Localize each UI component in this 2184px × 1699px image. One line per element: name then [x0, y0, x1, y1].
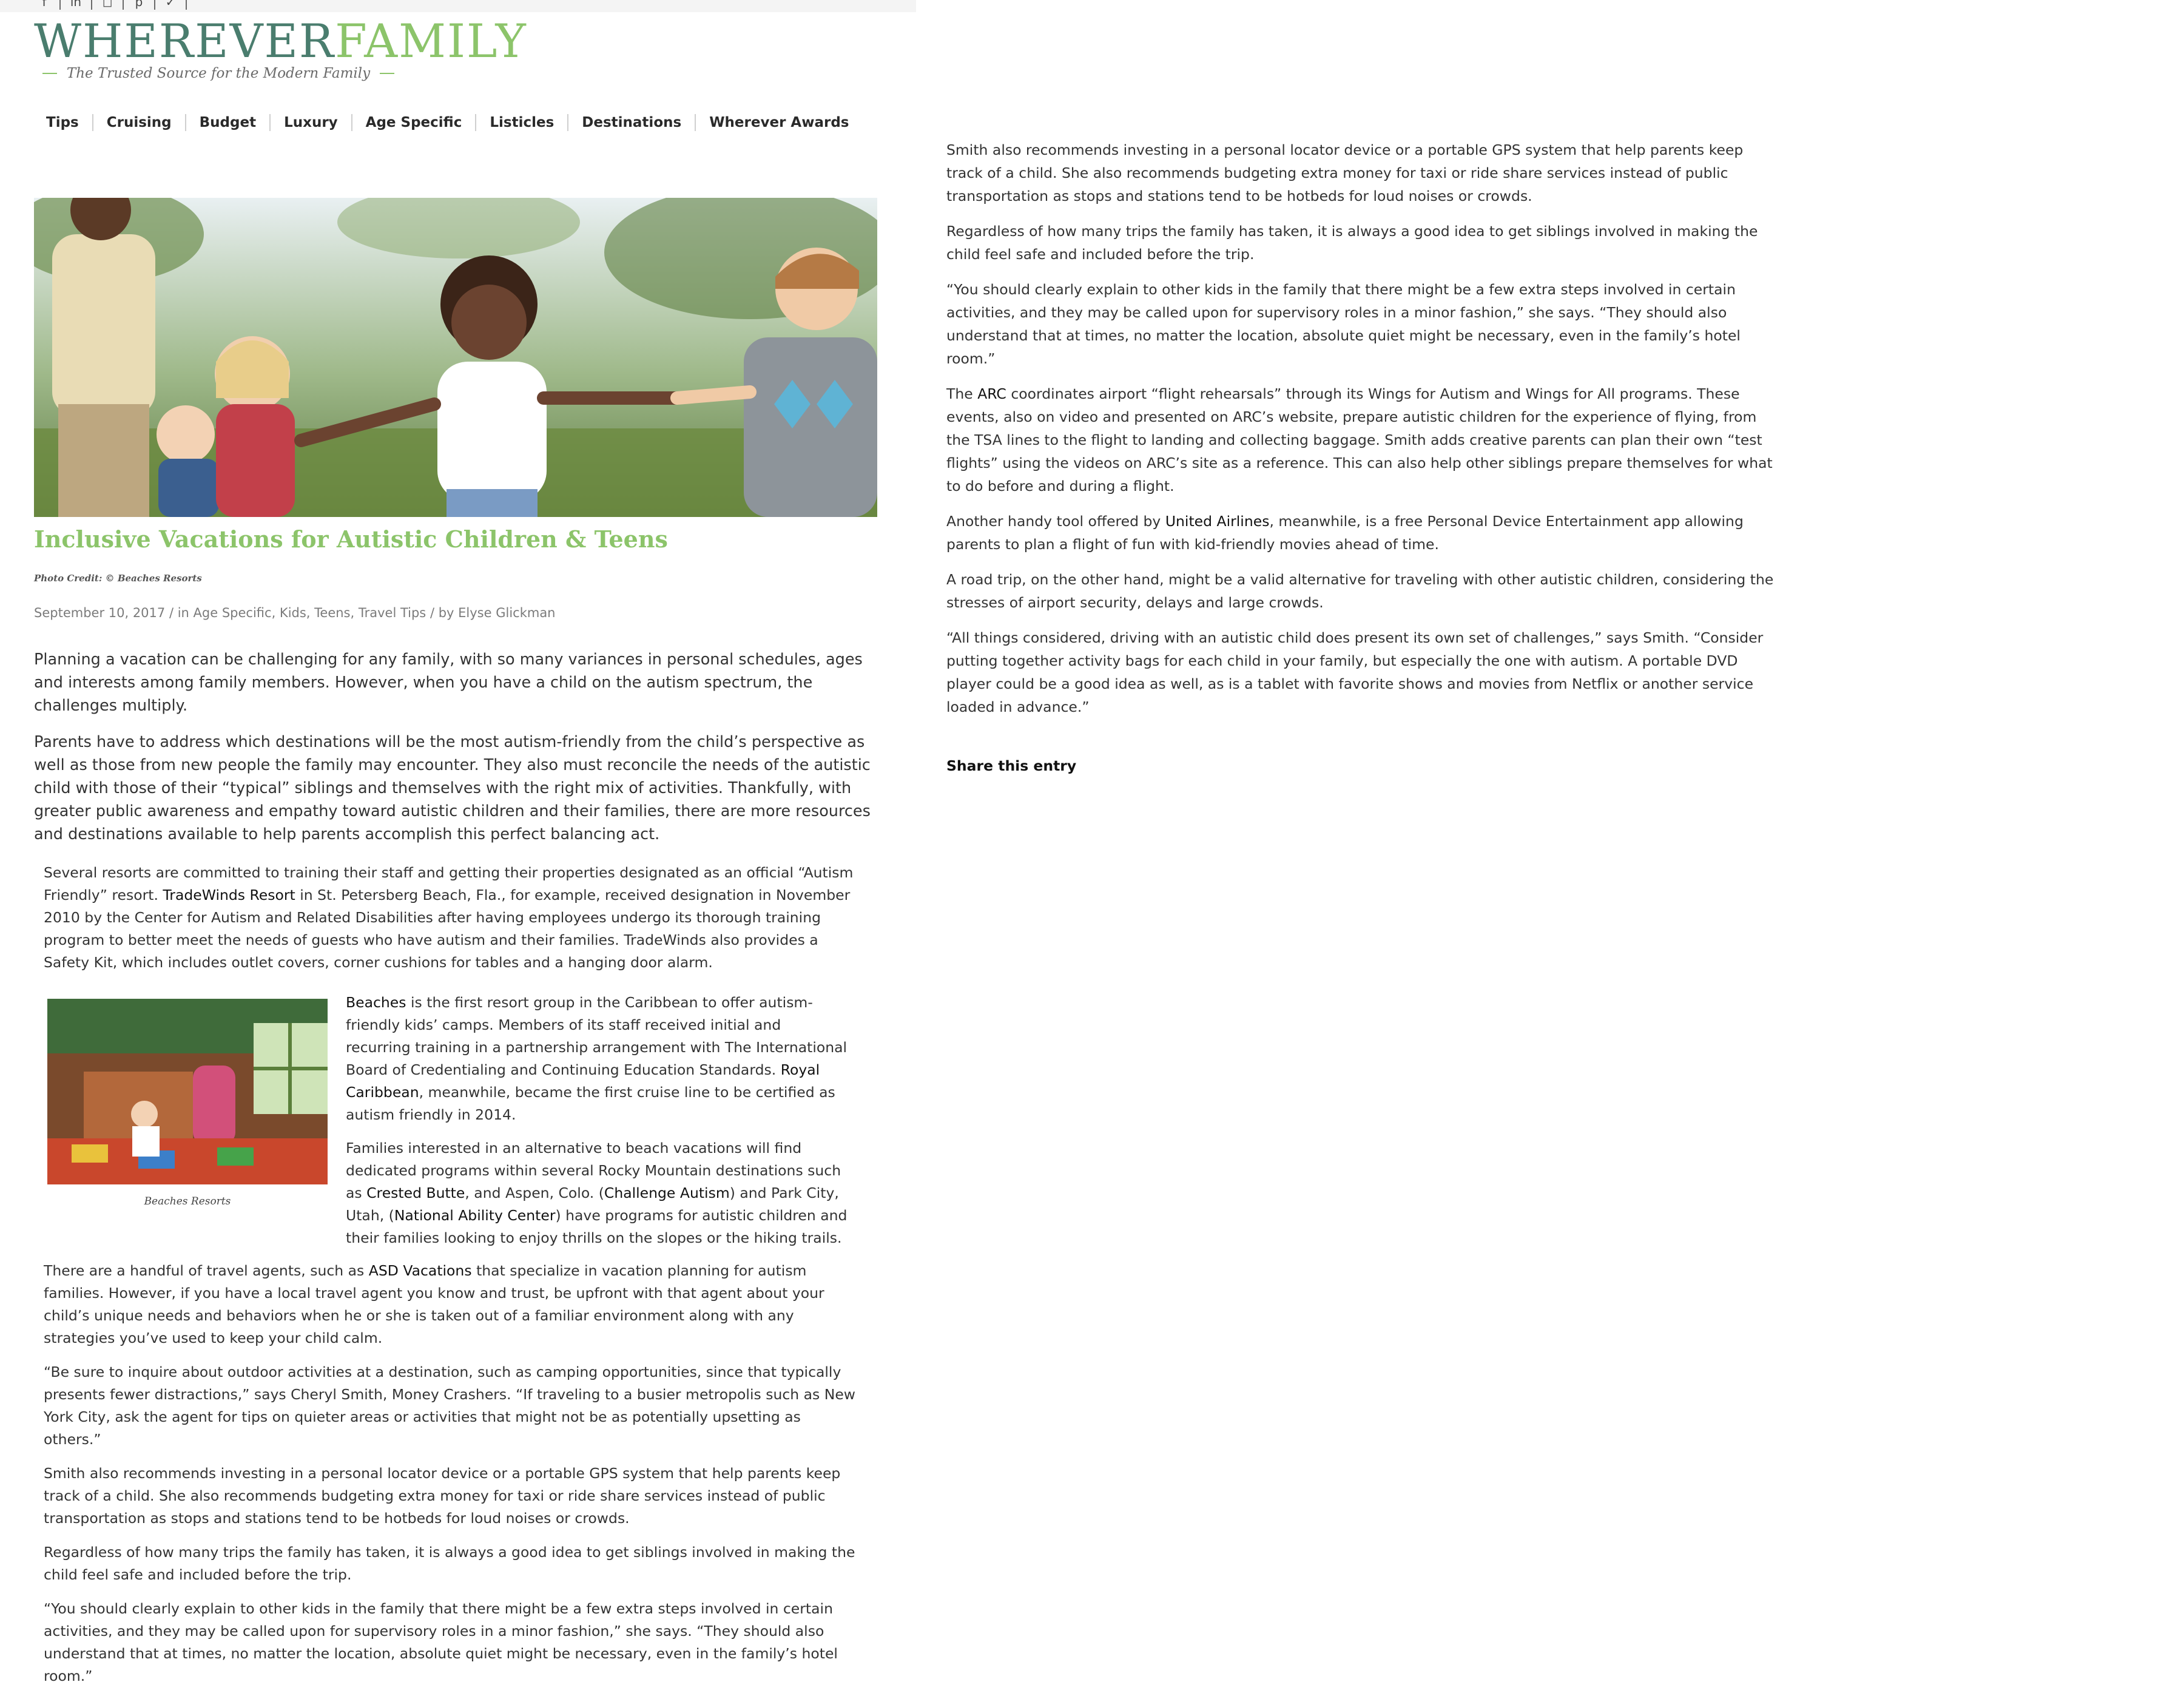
top-social-bar: f in ◻ p ✓ [0, 0, 916, 12]
main-nav: Tips Cruising Budget Luxury Age Specific… [34, 114, 862, 131]
hero-image [34, 198, 877, 517]
paragraph-resorts: Several resorts are committed to trainin… [44, 864, 854, 971]
nav-item-age-specific[interactable]: Age Specific [351, 114, 476, 131]
nav-item-destinations[interactable]: Destinations [567, 114, 695, 131]
link-arc[interactable]: ARC [977, 385, 1006, 402]
tagline-text: The Trusted Source for the Modern Family [66, 66, 371, 81]
linkedin-icon[interactable]: in [61, 0, 92, 10]
site-tagline: The Trusted Source for the Modern Family [42, 66, 394, 81]
article-categories[interactable]: Age Specific, Kids, Teens, Travel Tips [194, 606, 426, 620]
paragraph-gps-left: Smith also recommends investing in a per… [44, 1465, 841, 1527]
nav-item-listicles[interactable]: Listicles [475, 114, 567, 131]
link-crested-butte[interactable]: Crested Butte [366, 1184, 465, 1201]
tagline-rule-right [380, 73, 394, 74]
paragraph-beaches: Beaches is the first resort group in the… [346, 994, 848, 1123]
nav-item-budget[interactable]: Budget [184, 114, 269, 131]
link-asd-vacations[interactable]: ASD Vacations [369, 1262, 472, 1279]
nav-item-tips[interactable]: Tips [34, 114, 92, 131]
paragraph-arc: The ARC coordinates airport “flight rehe… [946, 385, 1773, 495]
facebook-icon[interactable]: f [29, 0, 61, 10]
instagram-icon[interactable]: ◻ [92, 0, 124, 10]
link-challenge-autism[interactable]: Challenge Autism [604, 1184, 730, 1201]
kids-camp-photo [47, 999, 328, 1184]
social-icons: f in ◻ p ✓ [29, 0, 187, 10]
inset-figure: Beaches Resorts [47, 999, 328, 1208]
paragraph-road-trip: A road trip, on the other hand, might be… [946, 571, 1774, 611]
share-this-entry[interactable]: Share this entry [946, 757, 1076, 774]
paragraph-siblings-left: Regardless of how many trips the family … [44, 1544, 855, 1583]
lead-paragraph-1: Planning a vacation can be challenging f… [34, 650, 863, 715]
paragraph-gps: Smith also recommends investing in a per… [946, 141, 1744, 204]
nav-item-luxury[interactable]: Luxury [269, 114, 351, 131]
pinterest-icon[interactable]: p [124, 0, 155, 10]
article-body-beside-image: Beaches is the first resort group in the… [346, 991, 849, 1260]
link-united-airlines[interactable]: United Airlines [1165, 513, 1270, 530]
paragraph-united: Another handy tool offered by United Air… [946, 513, 1744, 553]
article-body-bottom: There are a handful of travel agents, su… [44, 1260, 857, 1699]
photo-credit: Photo Credit: © Beaches Resorts [34, 573, 202, 584]
site-logo[interactable]: WHEREVERFAMILY [34, 17, 527, 66]
meta-by-label: / by [430, 606, 454, 620]
article-meta: September 10, 2017 / in Age Specific, Ki… [34, 606, 556, 620]
logo-family: FAMILY [335, 14, 527, 68]
paragraph-families: Families interested in an alternative to… [346, 1140, 848, 1246]
logo-wherever: WHEREVER [34, 14, 335, 68]
paragraph-siblings: Regardless of how many trips the family … [946, 223, 1758, 263]
nav-item-wherever-awards[interactable]: Wherever Awards [695, 114, 862, 131]
twitter-icon[interactable]: ✓ [155, 0, 187, 10]
tagline-rule-left [42, 73, 57, 74]
link-beaches[interactable]: Beaches [346, 994, 406, 1011]
article-body-right-column: Smith also recommends investing in a per… [946, 138, 1778, 731]
article-author[interactable]: Elyse Glickman [458, 606, 555, 620]
meta-in-label: / in [169, 606, 189, 620]
paragraph-agents: There are a handful of travel agents, su… [44, 1262, 824, 1346]
paragraph-explain: “You should clearly explain to other kid… [946, 281, 1741, 367]
article-title: Inclusive Vacations for Autistic Childre… [34, 525, 668, 553]
lead-paragraph-2: Parents have to address which destinatio… [34, 733, 871, 843]
paragraph-outdoor: “Be sure to inquire about outdoor activi… [44, 1363, 855, 1448]
link-national-ability-center[interactable]: National Ability Center [394, 1207, 556, 1224]
inset-caption: Beaches Resorts [144, 1195, 231, 1208]
nav-item-cruising[interactable]: Cruising [92, 114, 185, 131]
article-date: September 10, 2017 [34, 606, 166, 620]
hero-photo-illustration [34, 198, 877, 517]
link-tradewinds[interactable]: TradeWinds Resort [163, 887, 295, 904]
paragraph-explain-left: “You should clearly explain to other kid… [44, 1600, 838, 1684]
paragraph-all-things-considered: “All things considered, driving with an … [946, 629, 1764, 715]
article-body-top: Several resorts are committed to trainin… [44, 862, 857, 985]
